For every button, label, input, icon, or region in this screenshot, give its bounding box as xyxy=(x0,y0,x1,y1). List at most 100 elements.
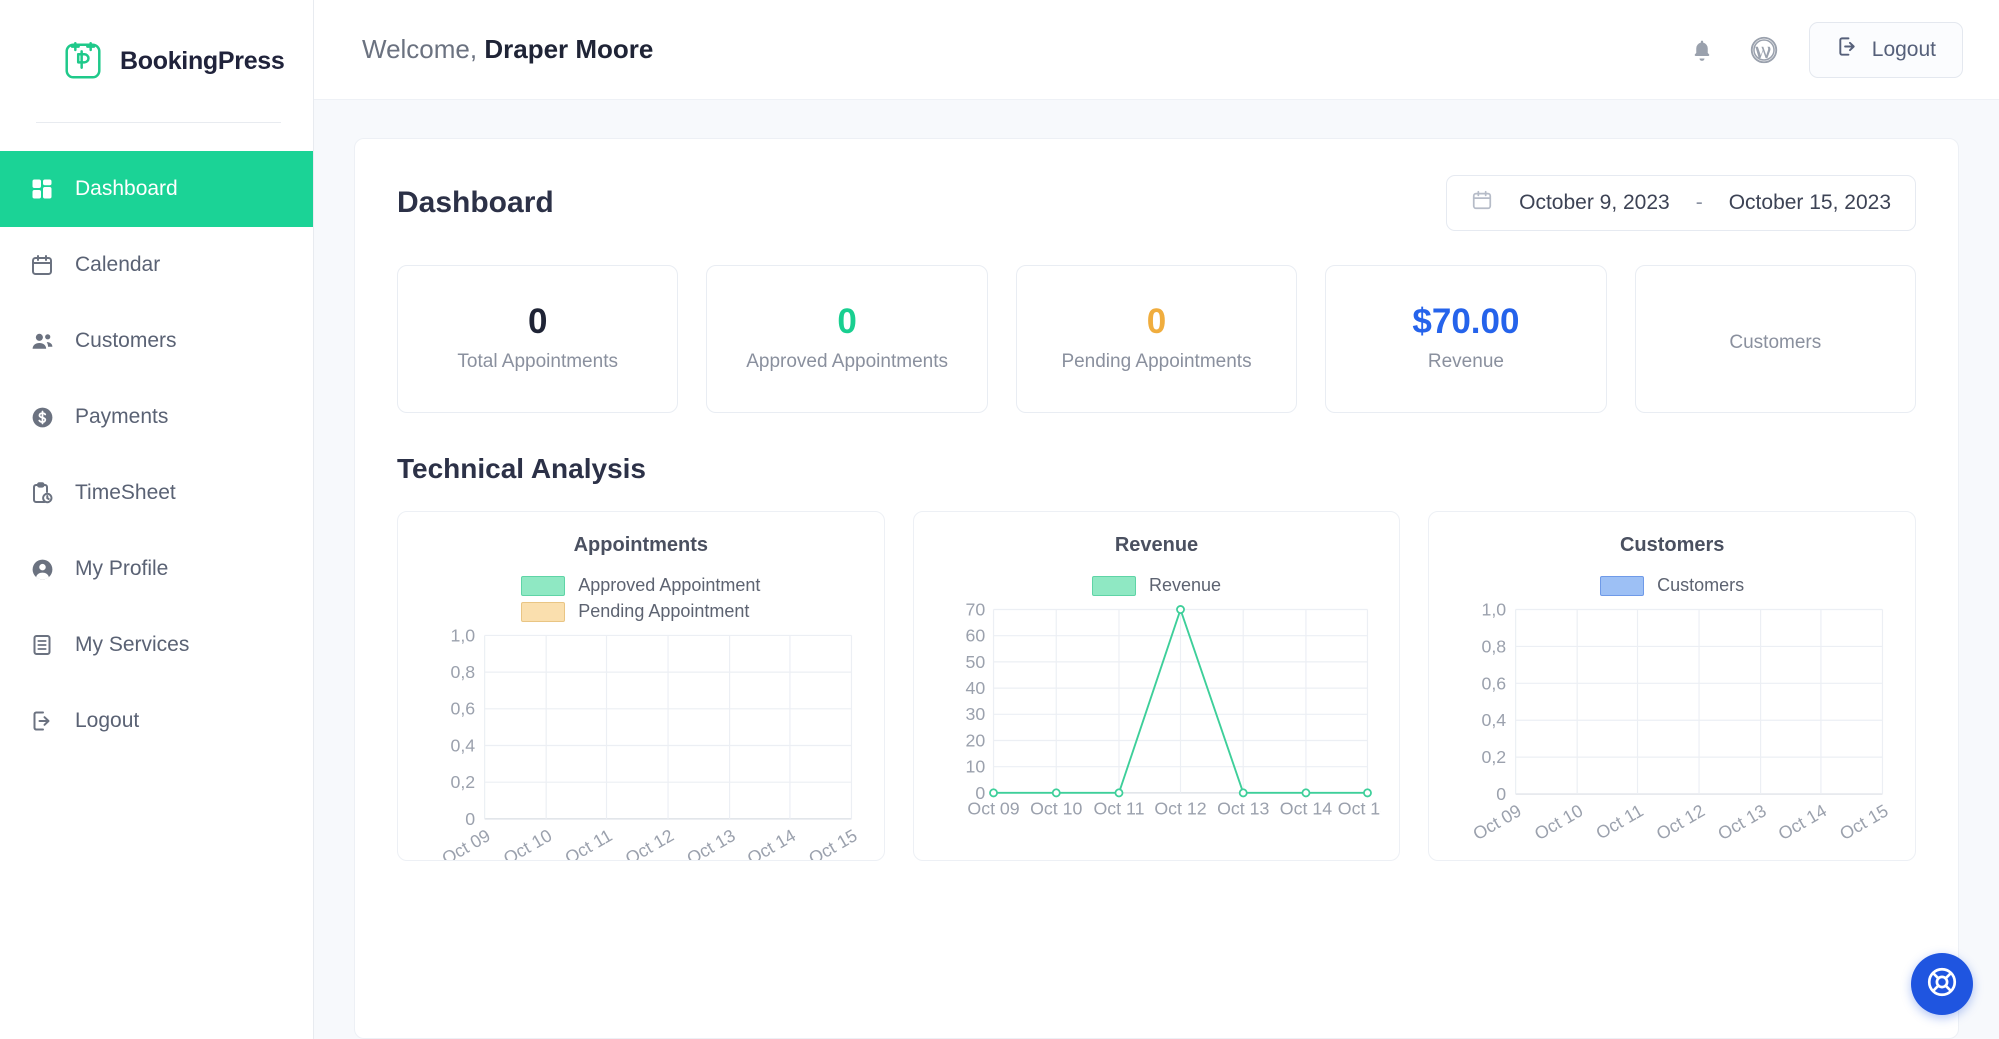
stat-label: Total Appointments xyxy=(457,350,618,372)
welcome-prefix: Welcome, xyxy=(362,34,478,64)
sidebar-item-dashboard[interactable]: Dashboard xyxy=(0,151,313,227)
sidebar: BookingPress Dashboard Calendar Customer… xyxy=(0,0,314,1039)
sidebar-item-label: Calendar xyxy=(75,253,161,276)
y-tick-labels: 1,0 0,8 0,6 0,4 0,2 0 xyxy=(1482,600,1507,804)
y-tick: 40 xyxy=(965,678,985,698)
y-tick-labels: 70 60 50 40 30 20 10 0 xyxy=(965,600,985,803)
sidebar-item-payments[interactable]: Payments xyxy=(0,379,313,455)
date-range-picker[interactable]: October 9, 2023 - October 15, 2023 xyxy=(1446,175,1916,231)
y-tick: 0,8 xyxy=(1482,636,1507,656)
topbar: Welcome, Draper Moore Logout xyxy=(314,0,1999,100)
stat-card-customers[interactable]: Customers xyxy=(1634,265,1917,413)
appointments-plot-svg: 1,0 0,8 0,6 0,4 0,2 0 Oct 09 Oct 10 Oct … xyxy=(438,626,860,861)
y-tick: 0,2 xyxy=(450,772,475,792)
x-tick: Oct 11 xyxy=(1593,800,1647,843)
y-tick: 0,6 xyxy=(450,699,475,719)
x-tick: Oct 09 xyxy=(438,825,493,861)
y-tick-labels: 1,0 0,8 0,6 0,4 0,2 0 xyxy=(450,626,475,829)
sidebar-item-label: Payments xyxy=(75,405,169,428)
stat-value: $70.00 xyxy=(1412,302,1520,342)
charts-row: Appointments Approved Appointment Pendin… xyxy=(397,511,1917,861)
chart-plot-appointments: 1,0 0,8 0,6 0,4 0,2 0 Oct 09 Oct 10 Oct … xyxy=(416,626,866,861)
y-tick: 70 xyxy=(965,600,985,619)
x-grid xyxy=(992,609,1368,793)
lifebuoy-icon xyxy=(1925,965,1959,1004)
x-tick: Oct 10 xyxy=(1531,800,1586,844)
help-support-button[interactable] xyxy=(1911,953,1973,1015)
stat-value: 0 xyxy=(527,302,548,342)
x-tick: Oct 13 xyxy=(683,825,738,861)
wordpress-icon[interactable] xyxy=(1747,33,1781,67)
chart-title: Revenue xyxy=(1114,534,1199,556)
sidebar-item-timesheet[interactable]: TimeSheet xyxy=(0,455,313,531)
user-name: Draper Moore xyxy=(484,34,654,64)
revenue-plot-svg: 70 60 50 40 30 20 10 0 Oct 09 Oct 10 Oct… xyxy=(965,600,1381,818)
x-tick: Oct 15 xyxy=(805,825,860,861)
sidebar-item-label: My Profile xyxy=(75,557,169,580)
x-tick: Oct 11 xyxy=(561,825,615,861)
chart-card-revenue: Revenue Revenue 70 60 50 40 30 20 10 0 O… xyxy=(912,511,1401,861)
stat-card-total-appointments[interactable]: 0 Total Appointments xyxy=(397,265,679,413)
chart-card-appointments: Appointments Approved Appointment Pendin… xyxy=(397,511,885,861)
logout-button[interactable]: Logout xyxy=(1808,21,1963,78)
stat-card-approved-appointments[interactable]: 0 Approved Appointments xyxy=(706,265,988,413)
sidebar-item-label: My Services xyxy=(75,633,190,656)
content-area: Dashboard October 9, 2023 - October 15, … xyxy=(314,100,1999,1039)
legend-item[interactable]: Approved Appointment xyxy=(521,575,760,596)
sidebar-item-label: Dashboard xyxy=(75,177,178,200)
logout-icon xyxy=(28,707,56,735)
y-tick: 0 xyxy=(1497,784,1507,804)
legend-label: Pending Appointment xyxy=(578,601,750,621)
chart-card-customers: Customers Customers 1,0 0,8 0,6 0,4 0,2 … xyxy=(1428,511,1917,861)
sidebar-divider xyxy=(36,122,281,123)
x-tick-labels: Oct 09 Oct 10 Oct 11 Oct 12 Oct 13 Oct 1… xyxy=(438,825,860,861)
stat-label: Customers xyxy=(1729,331,1822,353)
legend-label: Revenue xyxy=(1148,575,1222,595)
x-tick: Oct 09 xyxy=(1470,800,1525,844)
logout-icon xyxy=(1836,35,1859,64)
dashboard-header: Dashboard October 9, 2023 - October 15, … xyxy=(397,175,1916,231)
stat-card-revenue[interactable]: $70.00 Revenue xyxy=(1325,265,1607,413)
legend-label: Customers xyxy=(1657,575,1745,595)
legend-swatch-approved xyxy=(521,575,566,596)
legend-label: Approved Appointment xyxy=(578,575,761,595)
y-tick: 10 xyxy=(965,757,985,777)
calendar-icon xyxy=(28,251,56,279)
sidebar-item-my-services[interactable]: My Services xyxy=(0,607,313,683)
legend-item[interactable]: Revenue xyxy=(1091,575,1222,596)
sidebar-item-calendar[interactable]: Calendar xyxy=(0,227,313,303)
sidebar-item-logout[interactable]: Logout xyxy=(0,683,313,759)
grid-icon xyxy=(28,175,56,203)
logout-button-label: Logout xyxy=(1871,37,1936,61)
y-tick: 0 xyxy=(465,809,475,829)
stat-cards: 0 Total Appointments 0 Approved Appointm… xyxy=(397,265,1917,413)
sidebar-item-customers[interactable]: Customers xyxy=(0,303,313,379)
bell-icon[interactable] xyxy=(1685,33,1719,67)
chart-legend: Customers xyxy=(1600,575,1744,596)
x-tick: Oct 14 xyxy=(1279,798,1331,818)
customers-plot-svg: 1,0 0,8 0,6 0,4 0,2 0 Oct 09 Oct 10 Oct … xyxy=(1470,600,1892,844)
calendar-icon xyxy=(1471,189,1493,217)
brand[interactable]: BookingPress xyxy=(0,0,313,122)
legend-item[interactable]: Pending Appointment xyxy=(521,601,760,622)
stat-label: Approved Appointments xyxy=(746,350,948,372)
sidebar-nav: Dashboard Calendar Customers Payments Ti… xyxy=(0,151,313,759)
y-tick: 30 xyxy=(965,704,985,724)
main-area: Welcome, Draper Moore Logout Dashboard O… xyxy=(314,0,1999,1039)
x-grid xyxy=(1515,609,1884,795)
welcome-message: Welcome, Draper Moore xyxy=(362,34,653,65)
chart-title: Customers xyxy=(1619,534,1725,556)
topbar-actions: Logout xyxy=(1685,21,1963,78)
x-tick: Oct 09 xyxy=(967,798,1019,818)
brand-name: BookingPress xyxy=(120,46,285,75)
chart-title: Appointments xyxy=(573,534,709,556)
legend-item[interactable]: Customers xyxy=(1600,575,1744,596)
x-tick: Oct 10 xyxy=(500,825,555,861)
sidebar-item-my-profile[interactable]: My Profile xyxy=(0,531,313,607)
y-tick: 0,6 xyxy=(1482,673,1507,693)
bookingpress-logo-icon xyxy=(60,38,106,84)
x-tick: Oct 15 xyxy=(1837,800,1892,844)
x-tick: Oct 10 xyxy=(1030,798,1082,818)
section-title-technical-analysis: Technical Analysis xyxy=(397,453,646,484)
stat-card-pending-appointments[interactable]: 0 Pending Appointments xyxy=(1015,265,1298,413)
